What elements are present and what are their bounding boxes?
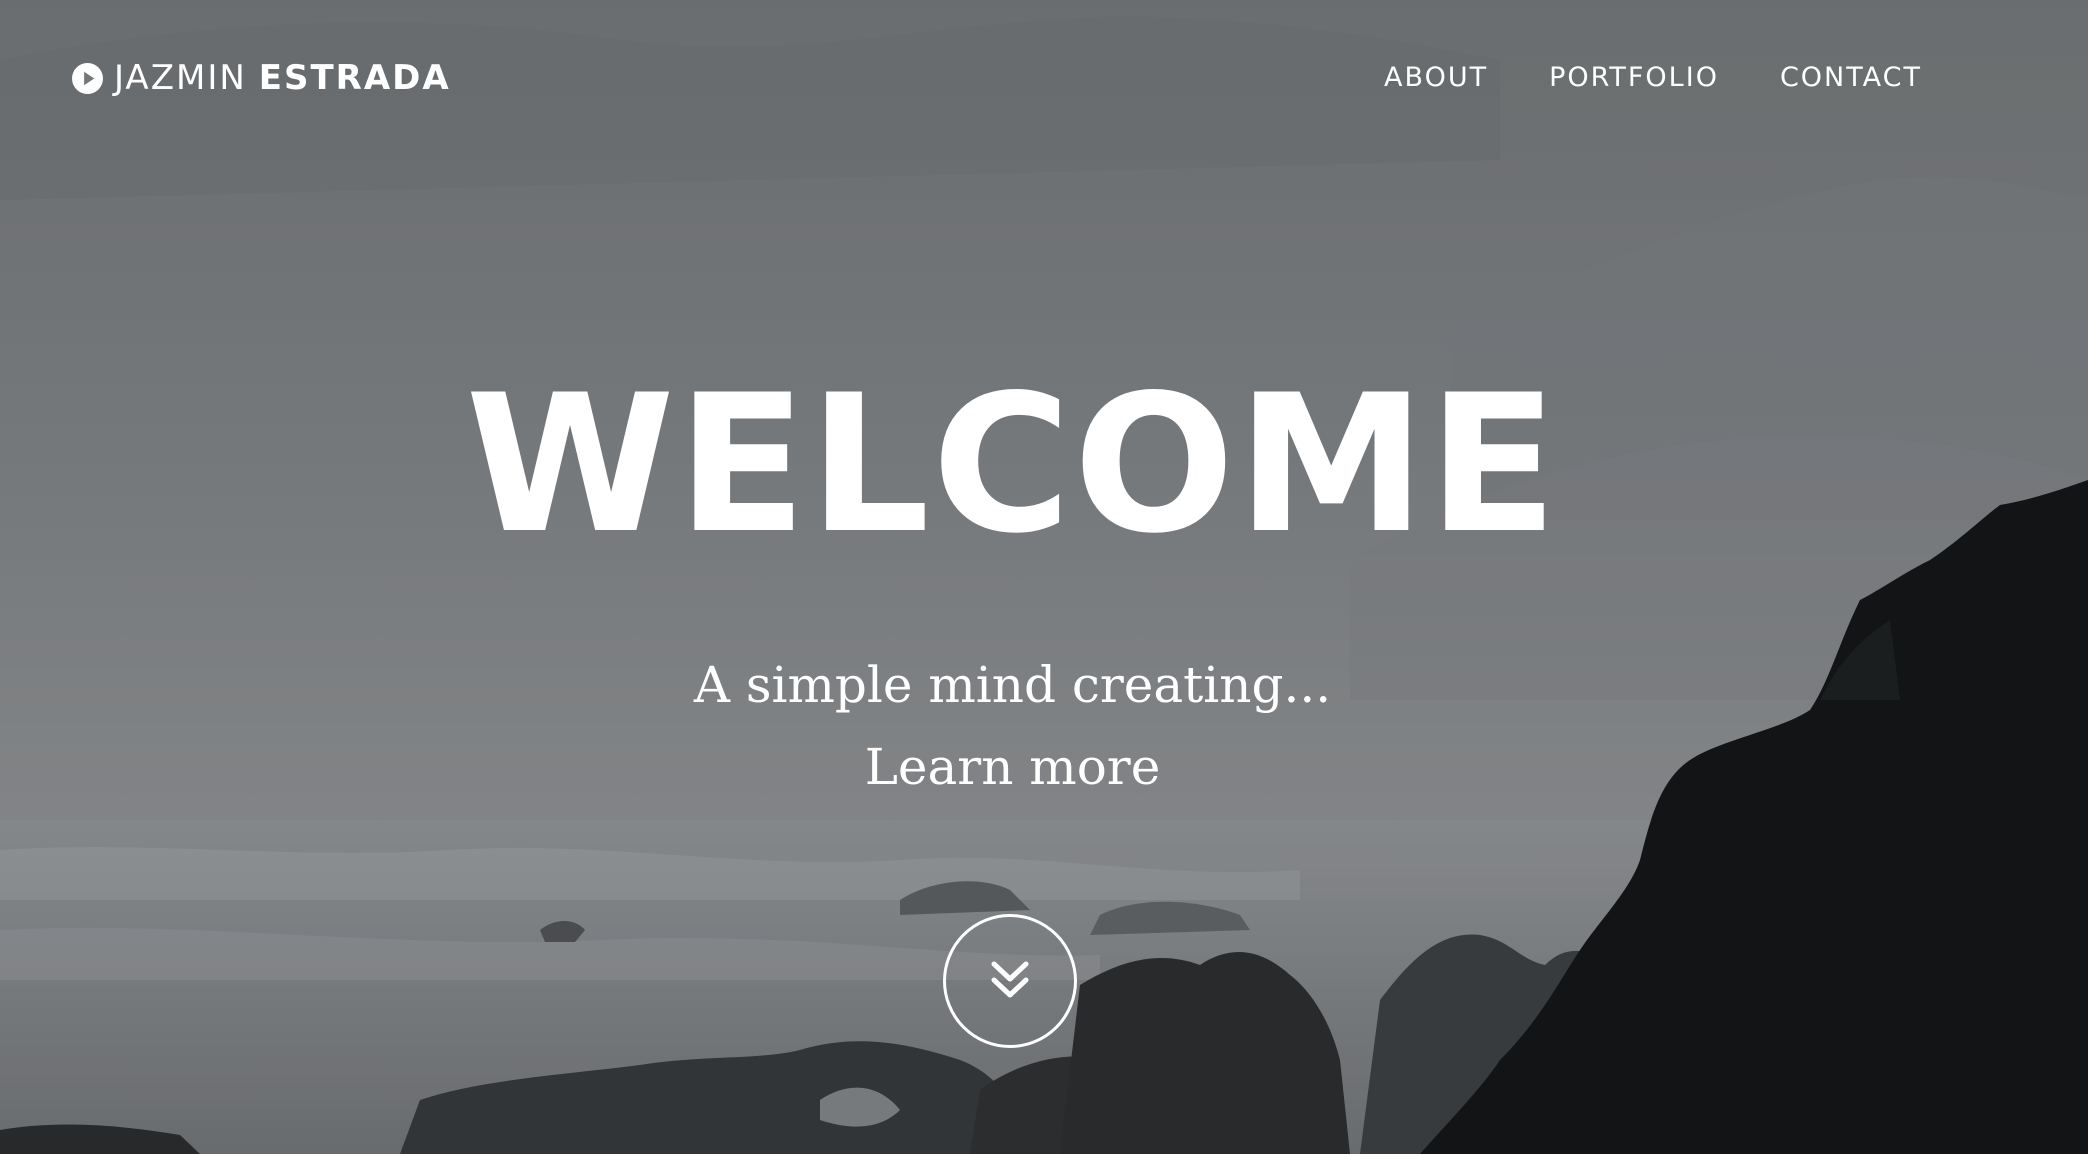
brand-last-name: ESTRADA bbox=[258, 58, 451, 98]
nav-link-portfolio[interactable]: PORTFOLIO bbox=[1549, 62, 1719, 93]
play-circle-icon bbox=[72, 62, 103, 94]
hero-headline: WELCOME bbox=[465, 354, 1560, 575]
brand-logo-link[interactable]: JAZMIN ESTRADA bbox=[72, 58, 451, 98]
navbar: JAZMIN ESTRADA ABOUT PORTFOLIO CONTACT bbox=[0, 0, 2088, 164]
hero-tagline: A simple mind creating... bbox=[693, 656, 1332, 714]
double-chevron-down-icon bbox=[991, 961, 1029, 998]
hero-section: JAZMIN ESTRADA ABOUT PORTFOLIO CONTACT W… bbox=[0, 0, 2088, 1154]
scroll-down-button[interactable] bbox=[943, 914, 1077, 1048]
nav-link-about[interactable]: ABOUT bbox=[1384, 62, 1488, 93]
brand-first-name: JAZMIN bbox=[114, 58, 247, 98]
learn-more-link[interactable]: Learn more bbox=[0, 737, 2025, 797]
main-nav: ABOUT PORTFOLIO CONTACT bbox=[1384, 62, 1922, 93]
nav-link-contact[interactable]: CONTACT bbox=[1780, 62, 1922, 93]
